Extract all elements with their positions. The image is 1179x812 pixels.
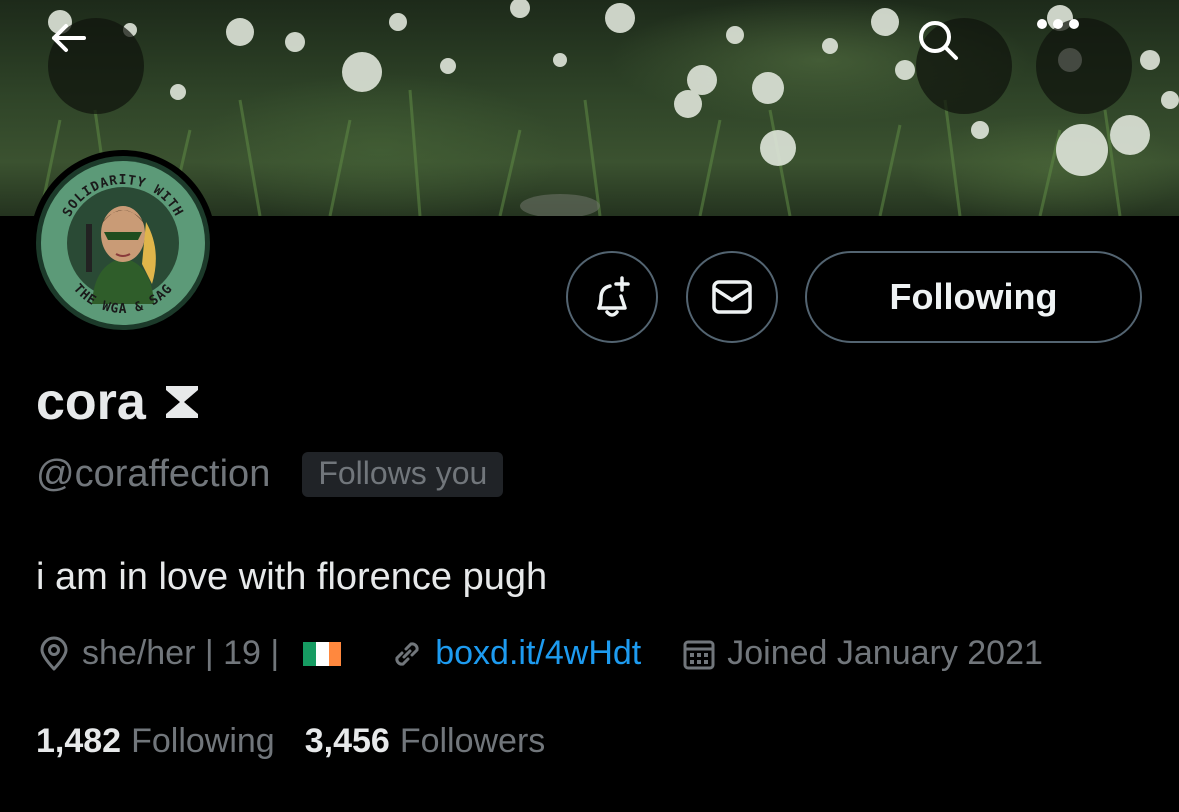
website-link[interactable]: boxd.it/4wHdt <box>435 634 641 673</box>
hourglass-icon <box>165 386 198 418</box>
search-icon <box>919 21 958 60</box>
avatar[interactable]: SOLIDARITY WITH THE WGA & SAG <box>30 150 216 336</box>
search-button[interactable] <box>916 18 1012 114</box>
followers-label: Followers <box>399 722 546 760</box>
arrow-left-icon <box>52 24 86 52</box>
bio-text: i am in love with florence pugh <box>36 556 548 598</box>
more-horizontal-icon <box>1037 19 1079 29</box>
notifications-button[interactable] <box>566 251 658 343</box>
message-button[interactable] <box>686 251 778 343</box>
location-item: she/her | 19 | <box>36 634 342 673</box>
location-pin-icon <box>40 636 68 670</box>
joined-item: Joined January 2021 <box>681 634 1043 673</box>
envelope-icon <box>712 280 752 314</box>
following-stat[interactable]: 1,482 Following <box>36 722 275 761</box>
follows-you-badge: Follows you <box>302 452 504 497</box>
followers-count: 3,456 <box>304 722 390 760</box>
display-name: cora <box>36 373 146 431</box>
ireland-flag-icon <box>303 641 342 666</box>
handle-row: @coraffection Follows you <box>36 452 504 497</box>
location-text: she/her | 19 | <box>82 634 280 672</box>
website-item[interactable]: boxd.it/4wHdt <box>389 634 641 673</box>
follow-stats-row: 1,482 Following 3,456 Followers <box>36 722 545 761</box>
calendar-icon <box>683 640 715 669</box>
display-name-row: cora <box>36 372 202 432</box>
joined-date: Joined January 2021 <box>727 634 1043 672</box>
avatar-solidarity-badge-image: SOLIDARITY WITH THE WGA & SAG <box>36 156 210 330</box>
more-options-button[interactable] <box>1036 18 1132 114</box>
followers-stat[interactable]: 3,456 Followers <box>305 722 546 761</box>
following-label: Following <box>131 722 275 760</box>
bell-plus-icon <box>597 276 630 317</box>
link-icon <box>395 641 419 666</box>
back-button[interactable] <box>48 18 144 114</box>
profile-meta-row: she/her | 19 | boxd.it/4wHdt Joined Janu… <box>36 634 1043 673</box>
following-button[interactable]: Following <box>805 251 1142 343</box>
username-handle: @coraffection <box>36 453 271 495</box>
following-count: 1,482 <box>36 722 122 760</box>
